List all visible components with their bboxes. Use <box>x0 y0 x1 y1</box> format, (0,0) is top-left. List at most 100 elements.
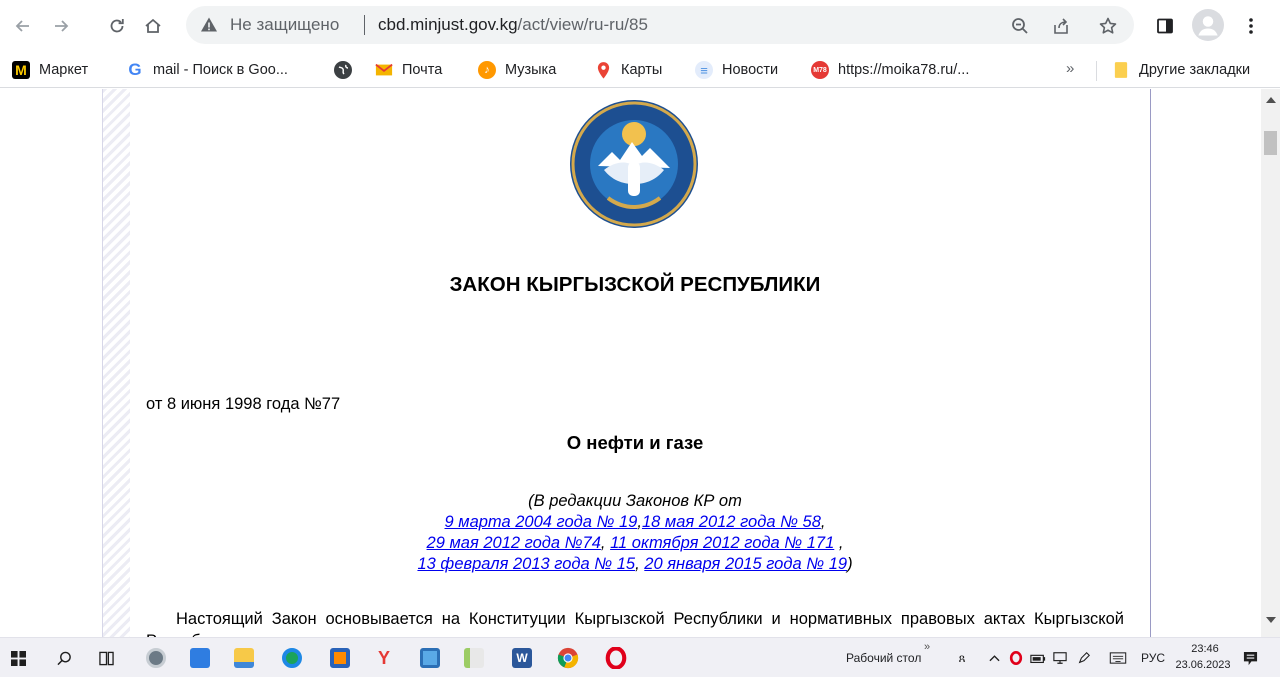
taskbar-app-opera[interactable] <box>604 646 628 670</box>
toolbar-overflow-button[interactable]: » <box>924 641 930 653</box>
side-panel-button[interactable] <box>1150 11 1180 41</box>
action-center-button[interactable] <box>1238 646 1262 670</box>
language-indicator[interactable]: РУС <box>1141 651 1165 665</box>
decorative-border <box>102 89 130 637</box>
forward-button[interactable] <box>46 11 76 41</box>
address-bar[interactable]: Не защищено cbd.minjust.gov.kg/act/view/… <box>186 6 1134 44</box>
share-button[interactable] <box>1046 11 1076 41</box>
taskbar-app[interactable] <box>418 646 442 670</box>
amendment-link[interactable]: 13 февраля 2013 года № 15 <box>417 555 635 573</box>
zoom-button[interactable] <box>1005 11 1035 41</box>
bookmark-moika78[interactable]: M78 https://moika78.ru/... <box>811 58 969 82</box>
bookmark-label: Музыка <box>505 62 557 78</box>
back-button[interactable] <box>8 11 38 41</box>
app-window-icon <box>420 648 440 668</box>
yandex-browser-icon: Y <box>377 647 390 668</box>
taskbar-app[interactable] <box>280 646 304 670</box>
tray-keyboard[interactable] <box>1106 646 1130 670</box>
bookmark-label: Почта <box>402 62 443 78</box>
tray-network[interactable] <box>1048 646 1072 670</box>
bookmark-label: mail - Поиск в Goo... <box>153 62 288 78</box>
scrollbar-thumb[interactable] <box>1264 131 1277 155</box>
taskbar-app[interactable] <box>144 646 168 670</box>
bookmarks-overflow-button[interactable]: » <box>1066 60 1074 77</box>
url-text[interactable]: cbd.minjust.gov.kg/act/view/ru-ru/85 <box>378 15 648 35</box>
windows-taskbar: Y W Рабочий стол » ጸ РУС 23:46 23.06.202… <box>0 637 1280 677</box>
search-button[interactable] <box>52 646 76 670</box>
reload-button[interactable] <box>102 11 132 41</box>
kyrgyz-emblem-icon <box>570 100 698 228</box>
page-scrollbar[interactable] <box>1261 89 1280 637</box>
task-view-button[interactable] <box>94 646 118 670</box>
home-button[interactable] <box>138 11 168 41</box>
desktop-toolbar-label[interactable]: Рабочий стол <box>846 651 921 665</box>
amendment-link[interactable]: 11 октября 2012 года № 171 <box>610 534 834 552</box>
bookmark-label: Маркет <box>39 62 89 78</box>
warning-icon[interactable] <box>200 16 218 34</box>
scroll-up-button[interactable] <box>1261 97 1280 111</box>
browser-toolbar: Не защищено cbd.minjust.gov.kg/act/view/… <box>0 0 1280 52</box>
search-icon <box>56 651 71 665</box>
battery-icon <box>1030 654 1046 664</box>
menu-button[interactable] <box>1236 11 1266 41</box>
amendment-link[interactable]: 29 мая 2012 года №74 <box>427 534 601 552</box>
bookmark-market[interactable]: М Маркет <box>12 58 88 82</box>
law-title: ЗАКОН КЫРГЫЗСКОЙ РЕСПУБЛИКИ <box>449 273 821 296</box>
taskbar-app-chrome[interactable] <box>556 646 580 670</box>
bookmark-music[interactable]: ♪ Музыка <box>478 58 556 82</box>
bookmark-google-search[interactable]: G mail - Поиск в Goo... <box>126 58 288 82</box>
bookmark-other-folder[interactable]: Другие закладки <box>1112 58 1250 82</box>
taskbar-app[interactable]: Y <box>372 646 396 670</box>
triangle-up-icon <box>1265 97 1276 103</box>
kebab-menu-icon <box>1249 18 1253 34</box>
bookmark-label: Карты <box>621 62 663 78</box>
share-icon <box>1054 18 1068 34</box>
bookmarks-divider <box>1096 61 1097 81</box>
tray-opera[interactable] <box>1004 646 1028 670</box>
windows-logo-icon <box>10 650 26 666</box>
law-date: от 8 июня 1998 года №77 <box>146 395 341 413</box>
amendment-link[interactable]: 18 мая 2012 года № 58 <box>642 513 821 531</box>
bookmark-globe[interactable] <box>334 58 361 82</box>
tray-pen[interactable] <box>1072 646 1096 670</box>
taskbar-app[interactable] <box>232 646 256 670</box>
people-icon: ጸ <box>958 650 966 665</box>
url-path: /act/view/ru-ru/85 <box>517 15 648 34</box>
mail-app-icon <box>190 648 210 668</box>
person-icon <box>1198 16 1218 36</box>
clock-date[interactable]: 23.06.2023 <box>1170 659 1236 671</box>
reload-icon <box>110 19 124 33</box>
chrome-icon <box>557 647 579 669</box>
profile-avatar[interactable] <box>1192 9 1224 41</box>
url-host: cbd.minjust.gov.kg <box>378 15 518 34</box>
amendment-link[interactable]: 9 марта 2004 года № 19 <box>445 513 638 531</box>
bookmark-star-button[interactable] <box>1093 11 1123 41</box>
show-hidden-icons-button[interactable] <box>982 646 1006 670</box>
bookmark-news[interactable]: ≡ Новости <box>695 58 778 82</box>
taskbar-app[interactable] <box>462 646 486 670</box>
taskbar-app[interactable] <box>188 646 212 670</box>
google-icon: G <box>128 60 142 79</box>
mail-envelope-icon <box>375 61 393 79</box>
people-button[interactable]: ጸ <box>950 646 974 670</box>
clock-time[interactable]: 23:46 <box>1185 643 1225 655</box>
bookmark-mail[interactable]: Почта <box>375 58 442 82</box>
amendment-link[interactable]: 20 января 2015 года № 19 <box>644 555 847 573</box>
law-subject: О нефти и газе <box>566 432 704 453</box>
page-border <box>1150 89 1151 637</box>
taskbar-app[interactable] <box>328 646 352 670</box>
bookmark-maps[interactable]: Карты <box>594 58 662 82</box>
app-disc-icon <box>146 648 166 668</box>
file-explorer-icon <box>234 648 254 668</box>
tray-battery[interactable] <box>1026 646 1050 670</box>
pen-icon <box>1078 652 1090 664</box>
start-button[interactable] <box>6 646 30 670</box>
opera-icon <box>605 647 627 669</box>
yandex-market-icon: М <box>12 61 30 79</box>
scroll-down-button[interactable] <box>1261 617 1280 631</box>
folder-icon <box>1112 61 1130 79</box>
news-icon: ≡ <box>695 61 713 79</box>
taskbar-app[interactable]: W <box>510 646 534 670</box>
security-label[interactable]: Не защищено <box>230 15 339 35</box>
bookmark-label: Новости <box>722 62 779 78</box>
